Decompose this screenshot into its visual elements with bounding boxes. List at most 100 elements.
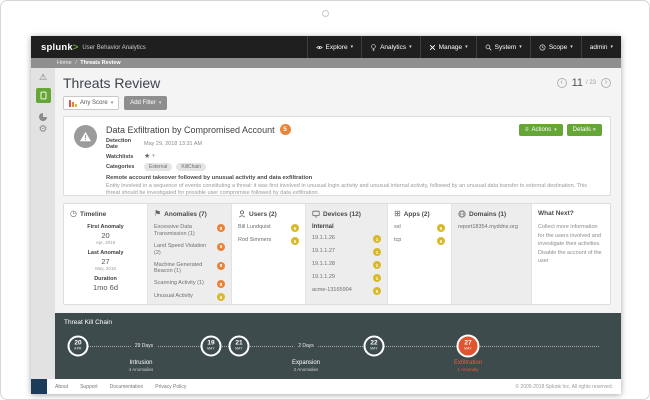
chevron-down-icon: ▾ (152, 154, 155, 159)
anomaly-item[interactable]: Land Speed Violation (2)8 (154, 243, 225, 257)
details-button[interactable]: Details » (567, 124, 602, 136)
device-item[interactable]: 19.1.1.271 (312, 248, 381, 256)
sidebar-item-threats-active[interactable] (36, 88, 51, 103)
app-item[interactable]: ssl6 (394, 224, 445, 232)
summary-panels: ◷Timeline First Anomaly 20 Apr, 2018 Las… (63, 203, 611, 305)
killchain-gap-label: 29 Days (131, 343, 157, 349)
detection-date-label: Detection Date (106, 138, 144, 150)
threat-title[interactable]: Data Exfiltration by Compromised Account (106, 125, 275, 135)
nav-menu-scope[interactable]: Scope▾ (530, 36, 581, 58)
chevron-down-icon: ▾ (465, 45, 468, 50)
filter-row: Any Score ▾ Add Filter ▾ (63, 96, 611, 110)
last-anomaly: Last Anomaly 27 May, 2018 (70, 250, 141, 271)
user-item[interactable]: Rod Simmers6 (238, 237, 299, 245)
chevron-down-icon: ▾ (570, 45, 573, 50)
killchain-node-19may[interactable]: 19MAY (201, 336, 222, 357)
device-frame: splunk> User Behavior Analytics Explore▾… (0, 0, 650, 400)
killchain-node-21may[interactable]: 21MAY (229, 336, 250, 357)
nav-menu-analytics[interactable]: Analytics▾ (361, 36, 420, 58)
app-name: User Behavior Analytics (82, 45, 145, 51)
nav-menu-label: Explore (326, 44, 348, 51)
device-group-label: Internal (312, 224, 381, 230)
magnifier-icon (485, 44, 492, 51)
panel-timeline: ◷Timeline First Anomaly 20 Apr, 2018 Las… (64, 204, 148, 304)
anomaly-item[interactable]: Scanning Activity (1)8 (154, 280, 225, 288)
watchlist-star-button[interactable]: ★▾ (144, 153, 155, 160)
category-chip-external: External (144, 163, 172, 171)
prev-threat-button chevron-left-icon[interactable]: ‹ (557, 78, 567, 88)
nav-menu-manage[interactable]: Manage▾ (420, 36, 476, 58)
threat-card-buttons: ≡Actions▾ Details » (519, 124, 602, 136)
killchain-node-27may-exfiltration[interactable]: 27MAY (457, 335, 480, 358)
footer-link-documentation[interactable]: Documentation (110, 384, 144, 390)
categories-row: Categories External KillChain (106, 163, 602, 171)
score-badge: 6 (217, 293, 225, 301)
domain-item[interactable]: report18354.myddns.org (458, 224, 525, 231)
logo-text: splunk (41, 42, 73, 53)
device-item[interactable]: 19.1.1.261 (312, 235, 381, 243)
sidebar: ⚠ ⚙ (31, 68, 55, 379)
nav-spacer (156, 36, 307, 58)
score-badge: 1 (373, 261, 381, 269)
star-icon: ★ (144, 153, 150, 160)
killchain-phase-expansion: Expansion 2 Anomalies (292, 360, 320, 372)
nav-menu-admin[interactable]: admin▾ (581, 36, 621, 58)
breadcrumb: Home / Threats Review (31, 58, 621, 68)
detection-date-row: Detection Date May 29, 2018 13:31 AM (106, 138, 602, 150)
watchlists-label: Watchlists (106, 154, 144, 160)
duration: Duration 1mo 6d (70, 276, 141, 292)
threat-score-badge: 5 (280, 124, 291, 135)
app-item[interactable]: tcp6 (394, 237, 445, 245)
device-item[interactable]: 19.1.1.281 (312, 261, 381, 269)
sidebar-item-alerts warning-triangle-icon[interactable]: ⚠ (39, 73, 47, 82)
anomaly-item[interactable]: Unusual Activity6 (154, 293, 225, 301)
sidebar-item-settings gear-icon[interactable]: ⚙ (39, 125, 48, 135)
footer-link-support[interactable]: Support (80, 384, 98, 390)
panel-domains: Domains (1) report18354.myddns.org (452, 204, 532, 304)
footer-link-about[interactable]: About (55, 384, 68, 390)
score-badge: 8 (217, 262, 225, 270)
clock-icon (539, 44, 546, 51)
next-threat-button chevron-right-icon[interactable]: › (601, 78, 611, 88)
score-bars-icon (69, 100, 77, 107)
user-item[interactable]: Bill Lundquist6 (238, 224, 299, 232)
user-icon (238, 210, 246, 218)
chevron-down-icon: ▾ (409, 45, 412, 50)
anomaly-item[interactable]: Excessive Data Transmission (1)8 (154, 224, 225, 238)
panel-title: Timeline (80, 211, 106, 218)
add-filter-button[interactable]: Add Filter ▾ (124, 96, 167, 110)
breadcrumb-current: Threats Review (80, 60, 120, 66)
sidebar-item-analytics pie-chart-icon[interactable] (38, 109, 48, 119)
score-badge: 8 (217, 280, 225, 288)
page-title: Threats Review (63, 75, 160, 91)
panel-what-next: What Next? Collect more information for … (532, 204, 610, 304)
device-item[interactable]: acme-131659045 (312, 287, 381, 295)
splunk-logo[interactable]: splunk> User Behavior Analytics (31, 36, 156, 58)
actions-button[interactable]: ≡Actions▾ (519, 124, 563, 136)
tools-icon (429, 44, 436, 51)
actions-label: Actions (531, 127, 551, 133)
chevron-down-icon: ▾ (351, 45, 354, 50)
panel-title: Anomalies (7) (164, 211, 207, 218)
killchain-title: Threat Kill Chain (64, 319, 112, 326)
footer-link-privacy[interactable]: Privacy Policy (155, 384, 186, 390)
panel-title: What Next? (538, 210, 574, 217)
app-window: splunk> User Behavior Analytics Explore▾… (31, 36, 621, 394)
score-badge: 6 (437, 237, 445, 245)
nav-menu-system[interactable]: System▾ (476, 36, 530, 58)
nav-menu-explore[interactable]: Explore▾ (307, 36, 362, 58)
title-row: Threats Review ‹ 11 / 23 › (63, 72, 611, 94)
score-filter-select[interactable]: Any Score ▾ (63, 96, 119, 110)
score-badge: 1 (373, 248, 381, 256)
pager-current: 11 (572, 77, 583, 89)
killchain-node-20apr[interactable]: 20APR (68, 336, 89, 357)
threat-card: Data Exfiltration by Compromised Account… (63, 116, 611, 196)
chevron-down-icon: ▾ (610, 45, 613, 50)
footer-copyright: © 2005-2018 Splunk Inc. All rights reser… (515, 384, 613, 390)
killchain-node-22may[interactable]: 22MAY (364, 336, 385, 357)
breadcrumb-home[interactable]: Home (57, 60, 72, 66)
footer: About Support Documentation Privacy Poli… (31, 379, 621, 394)
device-item[interactable]: 19.1.1.291 (312, 274, 381, 282)
flag-icon: ⚑ (154, 210, 161, 218)
anomaly-item[interactable]: Machine Generated Beacon (1)8 (154, 262, 225, 276)
